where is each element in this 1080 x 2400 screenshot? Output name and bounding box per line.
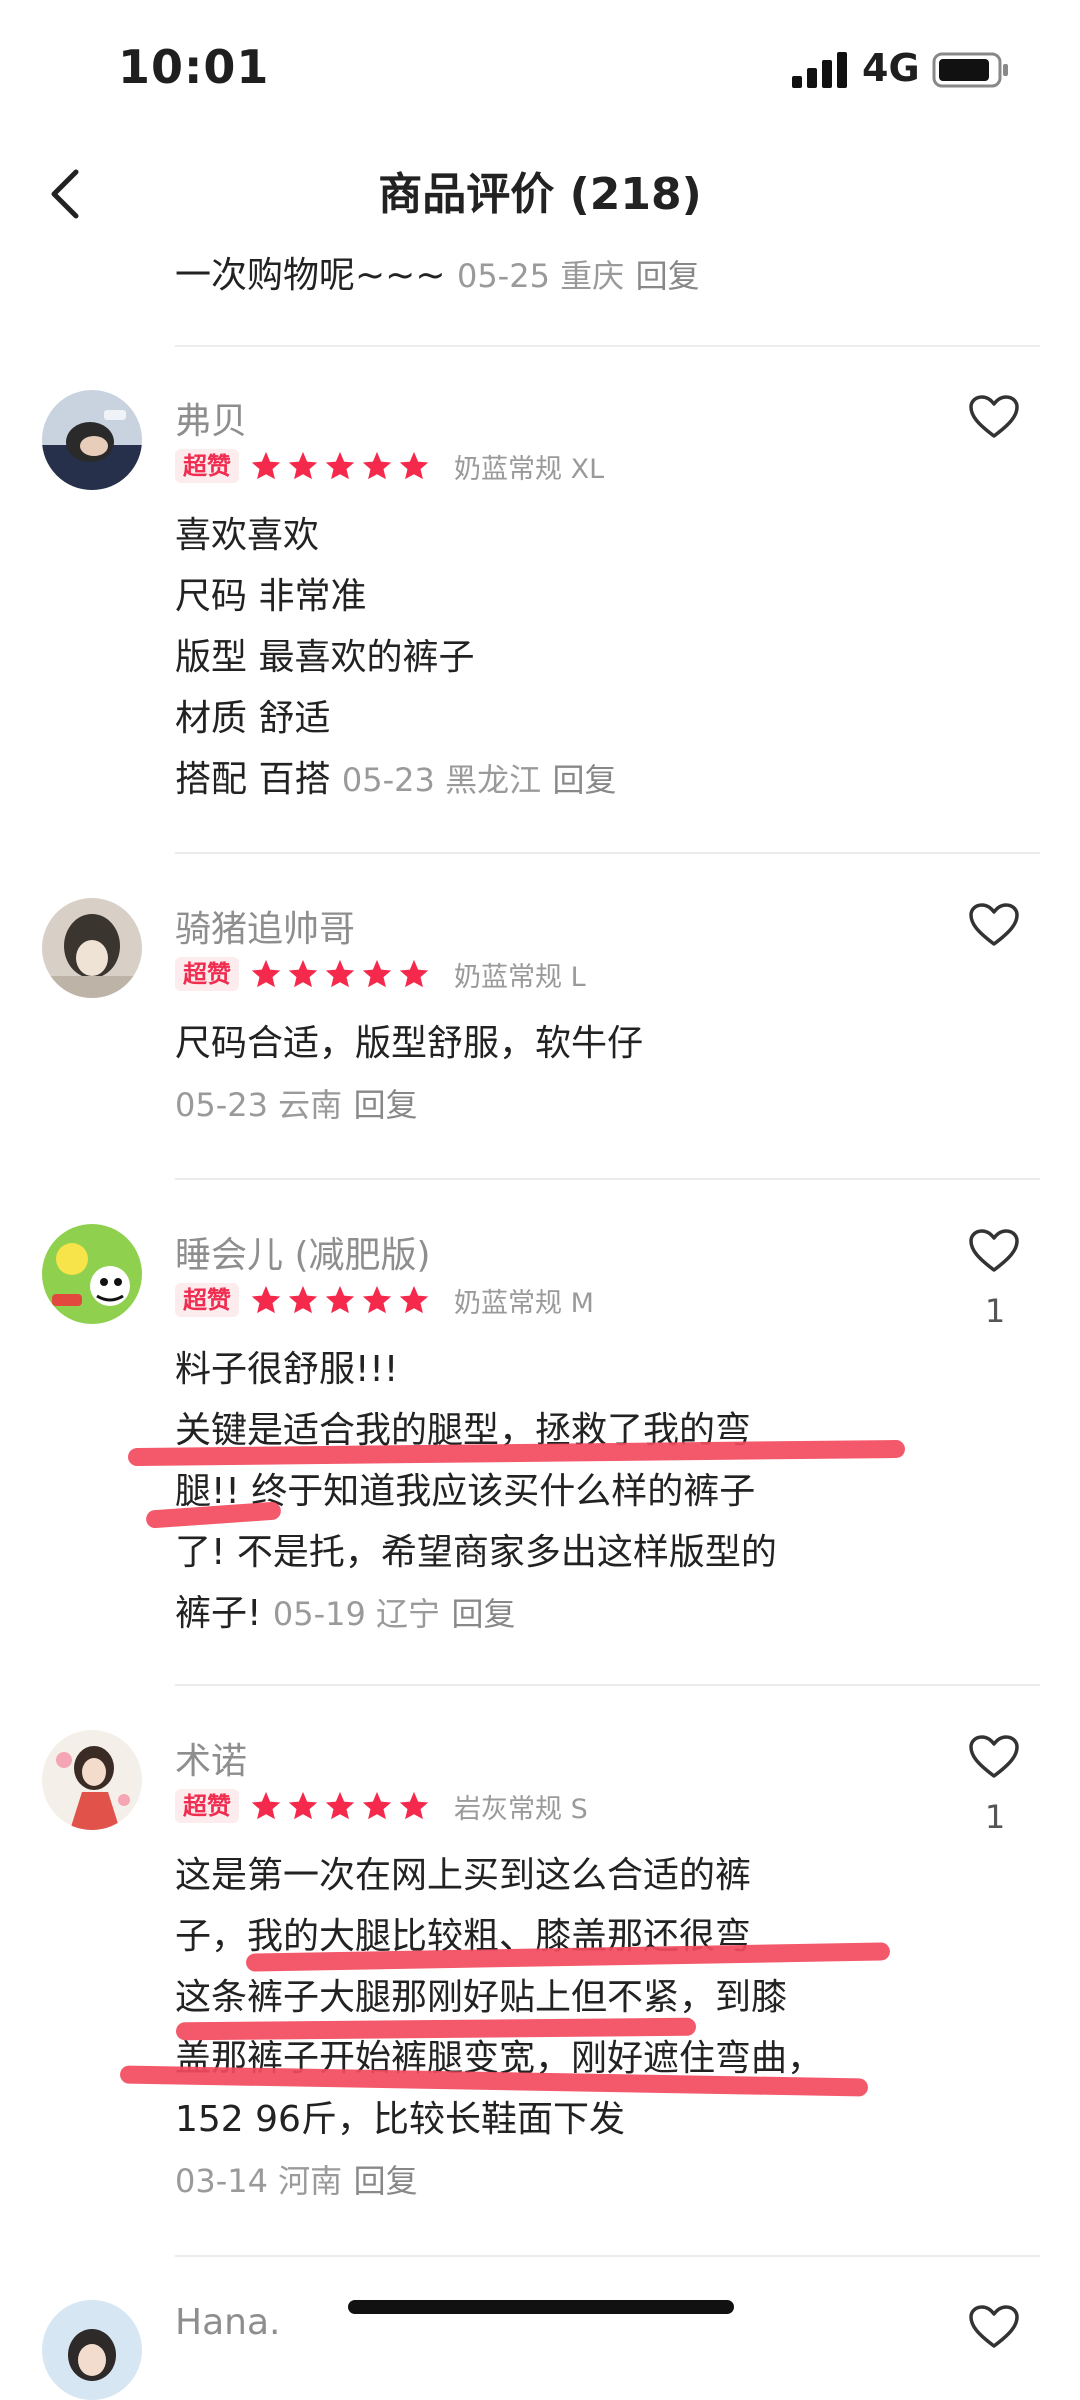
rating-row: 超赞 奶蓝常规 M: [175, 1282, 594, 1319]
star-icon: [325, 959, 355, 988]
avatar[interactable]: [42, 898, 142, 998]
star-icon: [251, 1791, 281, 1820]
reply-link[interactable]: 回复: [636, 257, 700, 295]
divider: [175, 1178, 1040, 1180]
star-rating: [249, 957, 434, 991]
star-icon: [288, 1791, 318, 1820]
review-line-last: 搭配 百搭 05-23 黑龙江 回复: [175, 749, 875, 811]
star-icon: [399, 1285, 429, 1314]
rating-row: 超赞 岩灰常规 S: [175, 1788, 588, 1825]
username[interactable]: 术诺: [175, 1732, 247, 1784]
review-content: 尺码合适，版型舒服，软牛仔 05-23 云南 回复: [175, 1013, 875, 1136]
review-text: 搭配 百搭: [175, 759, 331, 800]
divider: [175, 345, 1040, 347]
star-icon: [362, 1285, 392, 1314]
divider: [175, 852, 1040, 854]
avatar[interactable]: [42, 1224, 142, 1324]
star-icon: [362, 1791, 392, 1820]
review-line: 喜欢喜欢: [175, 515, 320, 556]
super-like-badge: 超赞: [175, 1789, 239, 1823]
star-icon: [399, 451, 429, 480]
review-date-location: 05-19 辽宁: [272, 1595, 441, 1633]
page-title: 商品评价 (218): [378, 169, 702, 220]
super-like-badge: 超赞: [175, 449, 239, 483]
divider: [175, 2255, 1040, 2257]
heart-icon[interactable]: [968, 2304, 1020, 2350]
star-icon: [399, 1791, 429, 1820]
star-icon: [251, 959, 281, 988]
heart-icon[interactable]: [968, 902, 1020, 948]
star-icon: [288, 1285, 318, 1314]
like-count: 1: [984, 1798, 1006, 1836]
reply-link[interactable]: 回复: [354, 1086, 418, 1124]
reply-link[interactable]: 回复: [452, 1595, 516, 1633]
network-type: 4G: [862, 46, 920, 90]
heart-icon[interactable]: [968, 1734, 1020, 1780]
star-icon: [325, 1285, 355, 1314]
status-time: 10:01: [118, 40, 270, 94]
username[interactable]: 骑猪追帅哥: [175, 900, 355, 952]
super-like-badge: 超赞: [175, 957, 239, 991]
heart-icon[interactable]: [968, 1228, 1020, 1274]
star-icon: [362, 959, 392, 988]
review-line-last: 裤子! 05-19 辽宁 回复: [175, 1583, 875, 1645]
product-spec: 奶蓝常规 M: [454, 1287, 594, 1319]
review-line: 尺码 非常准: [175, 576, 367, 617]
signal-strength-icon: [792, 52, 847, 88]
review-line: 材质 舒适: [175, 698, 331, 739]
avatar[interactable]: [42, 1730, 142, 1830]
review-date-location: 05-25 重庆: [456, 257, 625, 295]
review-text: 一次购物呢~~~: [175, 255, 446, 296]
previous-review-tail: 一次购物呢~~~ 05-25 重庆 回复: [175, 245, 700, 307]
review-line: 这是第一次在网上买到这么合适的裤: [175, 1855, 752, 1896]
star-icon: [251, 1285, 281, 1314]
battery-icon: [932, 52, 1008, 88]
avatar[interactable]: [42, 2300, 142, 2400]
review-meta-line: 05-23 云南 回复: [175, 1074, 875, 1136]
super-like-badge: 超赞: [175, 1283, 239, 1317]
star-icon: [399, 959, 429, 988]
review-date-location: 05-23 云南: [175, 1086, 343, 1124]
star-icon: [251, 451, 281, 480]
product-spec: 岩灰常规 S: [454, 1793, 588, 1825]
product-spec: 奶蓝常规 L: [454, 961, 586, 993]
review-line: 版型 最喜欢的裤子: [175, 637, 475, 678]
review-content: 料子很舒服!!! 关键是适合我的腿型，拯救了我的弯 腿!! 终于知道我应该买什么…: [175, 1339, 875, 1645]
star-rating: [249, 1789, 434, 1823]
review-line: 152 96斤，比较长鞋面下发: [175, 2099, 625, 2140]
username[interactable]: 睡会儿 (减肥版): [175, 1226, 431, 1278]
star-icon: [362, 451, 392, 480]
review-date-location: 05-23 黑龙江: [341, 761, 542, 799]
star-icon: [288, 959, 318, 988]
rating-row: 超赞 奶蓝常规 L: [175, 956, 586, 993]
product-spec: 奶蓝常规 XL: [454, 453, 605, 485]
star-rating: [249, 449, 434, 483]
review-line: 了! 不是托，希望商家多出这样版型的: [175, 1532, 777, 1573]
review-text: 裤子!: [175, 1593, 262, 1634]
review-line: 尺码合适，版型舒服，软牛仔: [175, 1023, 644, 1064]
like-count: 1: [984, 1292, 1006, 1330]
review-meta-line: 03-14 河南 回复: [175, 2150, 875, 2212]
divider: [175, 1684, 1040, 1686]
star-rating: [249, 1283, 434, 1317]
review-date-location: 03-14 河南: [175, 2162, 343, 2200]
star-icon: [288, 451, 318, 480]
rating-row: 超赞 奶蓝常规 XL: [175, 448, 605, 485]
nav-bar: 商品评价 (218): [0, 140, 1080, 240]
home-indicator[interactable]: [348, 2300, 734, 2314]
heart-icon[interactable]: [968, 394, 1020, 440]
reply-link[interactable]: 回复: [553, 761, 617, 799]
avatar[interactable]: [42, 390, 142, 490]
reply-link[interactable]: 回复: [354, 2162, 418, 2200]
star-icon: [325, 1791, 355, 1820]
status-bar: 10:01 4G: [0, 0, 1080, 140]
star-icon: [325, 451, 355, 480]
review-content: 喜欢喜欢 尺码 非常准 版型 最喜欢的裤子 材质 舒适 搭配 百搭 05-23 …: [175, 505, 875, 811]
username[interactable]: 弗贝: [175, 392, 247, 444]
review-line: 料子很舒服!!!: [175, 1349, 399, 1390]
